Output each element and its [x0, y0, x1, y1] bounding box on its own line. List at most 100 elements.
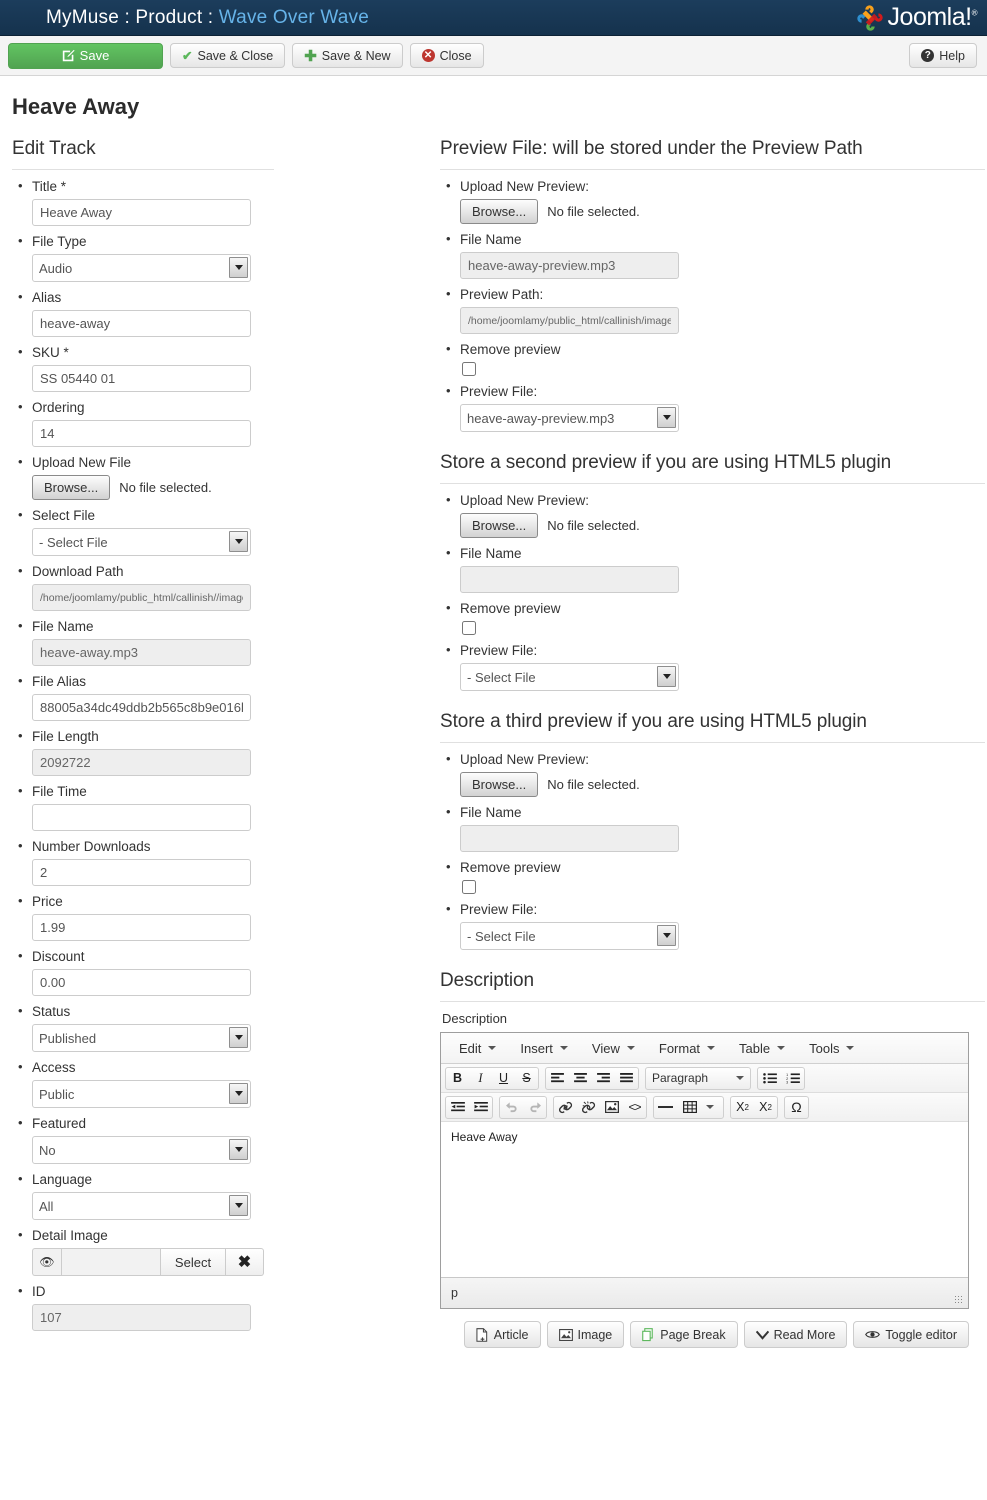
- insert-article-button[interactable]: Article: [463, 1321, 541, 1348]
- editor-menu-edit[interactable]: Edit: [447, 1036, 508, 1060]
- id-input[interactable]: [32, 1304, 251, 1331]
- editor-menu-format[interactable]: Format: [647, 1036, 727, 1060]
- horizontal-rule-icon[interactable]: [654, 1097, 677, 1118]
- bullet-list-icon[interactable]: [758, 1068, 781, 1089]
- special-character-omega-icon[interactable]: Ω: [785, 1097, 808, 1118]
- preview3-remove-label: Remove preview: [460, 860, 561, 875]
- align-center-icon[interactable]: [569, 1068, 592, 1089]
- preview1-browse-button[interactable]: Browse...: [460, 199, 539, 224]
- editor-menu-tools[interactable]: Tools: [797, 1036, 866, 1060]
- field-file-name: File Name: [18, 618, 430, 666]
- preview3-heading: Store a third preview if you are using H…: [440, 711, 985, 743]
- save-and-close-button[interactable]: ✔ Save & Close: [170, 43, 286, 68]
- superscript-icon[interactable]: X2: [754, 1097, 777, 1118]
- preview2-browse-button[interactable]: Browse...: [460, 513, 539, 538]
- toggle-editor-button[interactable]: Toggle editor: [853, 1321, 969, 1348]
- link-icon[interactable]: [554, 1097, 577, 1118]
- preview2-file-name: File Name: [446, 545, 985, 593]
- number-downloads-input[interactable]: [32, 859, 251, 886]
- editor-menu-insert[interactable]: Insert: [508, 1036, 580, 1060]
- field-language-label: Language: [32, 1172, 93, 1187]
- eye-icon: [865, 1329, 881, 1340]
- preview3-file-select[interactable]: - Select File: [460, 922, 679, 950]
- title-input[interactable]: [32, 199, 251, 226]
- preview1-file-name-label: File Name: [460, 232, 522, 247]
- preview1-file-select[interactable]: heave-away-preview.mp3: [460, 404, 679, 432]
- numbered-list-icon[interactable]: 123: [781, 1068, 804, 1089]
- save-and-close-label: Save & Close: [197, 48, 274, 63]
- detail-image-input[interactable]: [61, 1248, 160, 1276]
- editor-menu-view[interactable]: View: [580, 1036, 647, 1060]
- align-right-icon[interactable]: [592, 1068, 615, 1089]
- preview1-remove-checkbox[interactable]: [462, 362, 476, 376]
- subscript-icon[interactable]: X2: [731, 1097, 754, 1118]
- strikethrough-icon[interactable]: S: [515, 1068, 538, 1089]
- file-type-select[interactable]: Audio: [32, 254, 251, 282]
- preview1-file-name-input[interactable]: [460, 252, 679, 279]
- preview2-file-select[interactable]: - Select File: [460, 663, 679, 691]
- field-select-file: Select File - Select File: [18, 507, 430, 556]
- access-select[interactable]: Public: [32, 1080, 251, 1108]
- insert-read-more-button[interactable]: Read More: [743, 1321, 848, 1348]
- italic-icon[interactable]: I: [469, 1068, 492, 1089]
- editor-menubar: Edit Insert View Format Table Tools: [441, 1033, 968, 1064]
- preview3-remove: Remove preview: [446, 859, 985, 894]
- align-justify-icon[interactable]: [615, 1068, 638, 1089]
- close-button[interactable]: ✕ Close: [409, 43, 484, 68]
- outdent-icon[interactable]: [446, 1097, 469, 1118]
- preview1-upload-label: Upload New Preview:: [460, 179, 590, 194]
- chevron-down-icon: [626, 1046, 635, 1050]
- insert-image-button[interactable]: Image: [546, 1321, 625, 1348]
- format-select[interactable]: Paragraph: [646, 1071, 750, 1085]
- undo-icon[interactable]: [500, 1097, 523, 1118]
- preview3-file-name-input[interactable]: [460, 825, 679, 852]
- block-group: [653, 1095, 724, 1119]
- status-select-wrap: Published: [32, 1024, 251, 1052]
- sku-input[interactable]: [32, 365, 251, 392]
- select-file-dropdown[interactable]: - Select File: [32, 528, 251, 556]
- preview2-remove-checkbox[interactable]: [462, 621, 476, 635]
- table-icon[interactable]: [677, 1097, 700, 1118]
- description-heading: Description: [440, 970, 985, 1002]
- preview1-path-input[interactable]: [460, 307, 679, 334]
- ordering-input[interactable]: [32, 420, 251, 447]
- editor-element-path: p: [451, 1286, 458, 1300]
- detail-image-select-button[interactable]: Select: [160, 1248, 226, 1276]
- preview3-remove-checkbox[interactable]: [462, 880, 476, 894]
- file-time-input[interactable]: [32, 804, 251, 831]
- align-left-icon[interactable]: [546, 1068, 569, 1089]
- help-button[interactable]: ? Help: [909, 43, 977, 68]
- preview3-browse-row: Browse... No file selected.: [460, 772, 985, 797]
- indent-icon[interactable]: [469, 1097, 492, 1118]
- download-path-input[interactable]: [32, 584, 251, 611]
- field-file-time-label: File Time: [32, 784, 87, 799]
- editor-menu-table[interactable]: Table: [727, 1036, 797, 1060]
- underline-icon[interactable]: U: [492, 1068, 515, 1089]
- featured-select[interactable]: No: [32, 1136, 251, 1164]
- preview2-file-name-input[interactable]: [460, 566, 679, 593]
- file-alias-input[interactable]: [32, 694, 251, 721]
- insert-page-break-button[interactable]: Page Break: [630, 1321, 738, 1348]
- format-select-group[interactable]: Paragraph: [645, 1066, 751, 1090]
- bold-icon[interactable]: B: [446, 1068, 469, 1089]
- discount-input[interactable]: [32, 969, 251, 996]
- file-name-input[interactable]: [32, 639, 251, 666]
- save-button[interactable]: Save: [8, 42, 163, 69]
- language-select[interactable]: All: [32, 1192, 251, 1220]
- source-code-icon[interactable]: <>: [623, 1097, 646, 1118]
- editor-content-area[interactable]: Heave Away: [441, 1122, 968, 1277]
- detail-image-clear-icon[interactable]: ✖: [226, 1248, 264, 1276]
- resize-grip-icon[interactable]: [954, 1295, 964, 1305]
- image-icon[interactable]: [600, 1097, 623, 1118]
- redo-icon[interactable]: [523, 1097, 546, 1118]
- alias-input[interactable]: [32, 310, 251, 337]
- status-select[interactable]: Published: [32, 1024, 251, 1052]
- price-input[interactable]: [32, 914, 251, 941]
- table-chevron-down-icon[interactable]: [700, 1097, 723, 1118]
- preview3-browse-button[interactable]: Browse...: [460, 772, 539, 797]
- file-length-input[interactable]: [32, 749, 251, 776]
- unlink-icon[interactable]: [577, 1097, 600, 1118]
- browse-file-button[interactable]: Browse...: [32, 475, 111, 500]
- save-and-new-button[interactable]: ✚ Save & New: [292, 43, 403, 68]
- eye-icon[interactable]: 👁: [32, 1248, 61, 1276]
